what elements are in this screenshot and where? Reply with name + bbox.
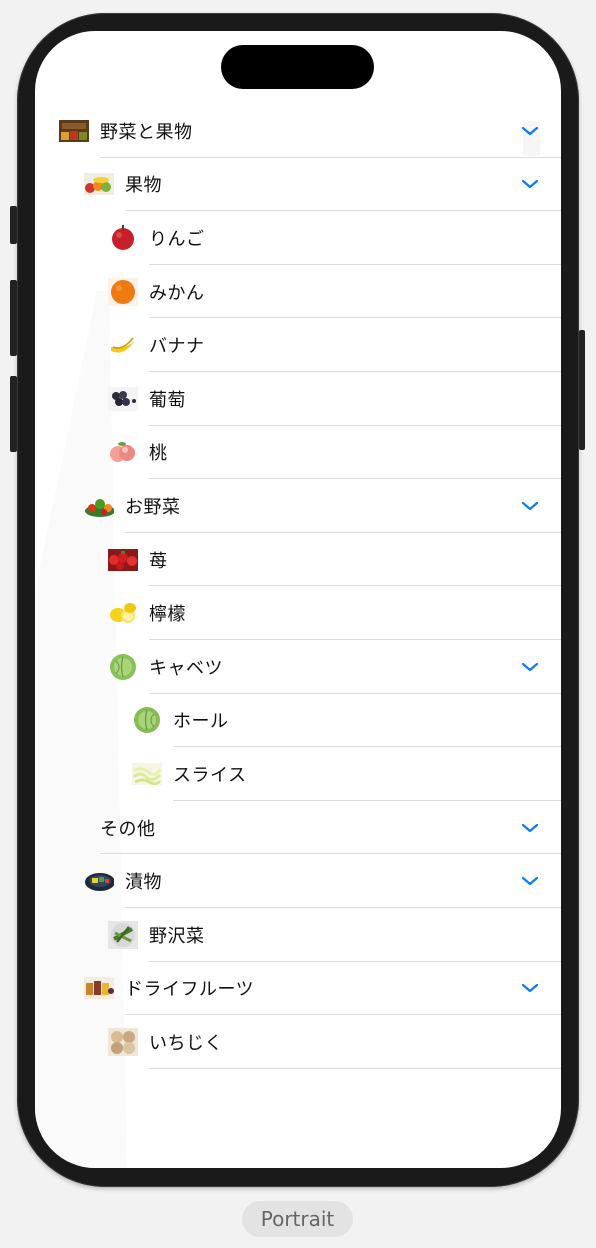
item-label: りんご [149,228,205,250]
list-item-apple[interactable]: りんご [35,211,561,265]
item-label: バナナ [149,336,205,358]
separator [149,1067,561,1069]
vegetables-thumbnail [84,493,114,519]
orientation-label: Portrait [242,1201,353,1237]
item-label: いちじく [149,1032,223,1054]
chevron-down-icon[interactable] [521,500,539,512]
nozawana-thumbnail [108,920,138,949]
list-item-mandarin[interactable]: みかん [35,265,561,319]
item-label: 檸檬 [149,604,186,626]
grape-thumbnail [108,386,138,412]
chevron-down-icon[interactable] [521,661,539,673]
chevron-down-icon[interactable] [521,822,539,834]
item-label: 苺 [149,550,168,572]
item-label: 漬物 [125,872,162,894]
list-item-lemon[interactable]: 檸檬 [35,586,561,640]
chevron-down-icon[interactable] [521,875,539,887]
list-item-fruits[interactable]: 果物 [35,158,561,212]
item-label: ホール [173,711,229,733]
vegetable-stand-thumbnail [59,118,89,144]
item-label: 葡萄 [149,389,186,411]
item-label: 果物 [125,175,162,197]
list-item-cabbage[interactable]: キャベツ [35,640,561,694]
item-label: みかん [149,282,205,304]
cabbage-thumbnail [108,653,138,680]
item-label: 野沢菜 [149,925,205,947]
orange-thumbnail [108,277,138,306]
screen: 野菜と果物 果物 りんご みかん バナナ 葡萄 桃 お野菜 苺 檸檬 キャベツ … [35,31,561,1168]
peach-thumbnail [108,439,138,465]
pickles-thumbnail [84,868,114,894]
list-item-whole[interactable]: ホール [35,694,561,748]
fig-thumbnail [108,1027,138,1056]
list-item-fig[interactable]: いちじく [35,1015,561,1069]
item-label: 桃 [149,443,168,465]
dynamic-island [221,45,374,89]
list-item-slice[interactable]: スライス [35,747,561,801]
dried-fruit-thumbnail [84,975,114,1001]
strawberry-thumbnail [108,547,138,573]
list-item-dried-fruit[interactable]: ドライフルーツ [35,962,561,1016]
volume-up-button [10,280,17,356]
silent-switch [10,206,17,244]
volume-down-button [10,376,17,452]
list-item-peach[interactable]: 桃 [35,426,561,480]
lemon-thumbnail [108,600,138,626]
cabbage-slice-thumbnail [132,761,162,787]
list-item-strawberry[interactable]: 苺 [35,533,561,587]
list-item-vegetables[interactable]: お野菜 [35,479,561,533]
chevron-down-icon[interactable] [521,982,539,994]
item-label: お野菜 [125,496,181,518]
list-item-pickles[interactable]: 漬物 [35,854,561,908]
outline-list: 野菜と果物 果物 りんご みかん バナナ 葡萄 桃 お野菜 苺 檸檬 キャベツ … [35,104,561,1069]
list-item-others[interactable]: その他 [35,801,561,855]
list-item-banana[interactable]: バナナ [35,318,561,372]
item-label: 野菜と果物 [100,121,193,143]
banana-thumbnail [108,332,138,358]
list-item-nozawana[interactable]: 野沢菜 [35,908,561,962]
chevron-down-icon[interactable] [521,178,539,190]
apple-thumbnail [108,224,138,251]
chevron-down-icon[interactable] [521,125,539,137]
list-item-vegetables-and-fruits[interactable]: 野菜と果物 [35,104,561,158]
cabbage-whole-thumbnail [132,707,162,734]
item-label: キャベツ [149,657,223,679]
list-item-grape[interactable]: 葡萄 [35,372,561,426]
power-button [579,330,585,450]
fruit-basket-thumbnail [84,171,114,197]
item-label: スライス [173,764,247,786]
item-label: ドライフルーツ [125,979,255,1001]
item-label: その他 [100,818,156,840]
